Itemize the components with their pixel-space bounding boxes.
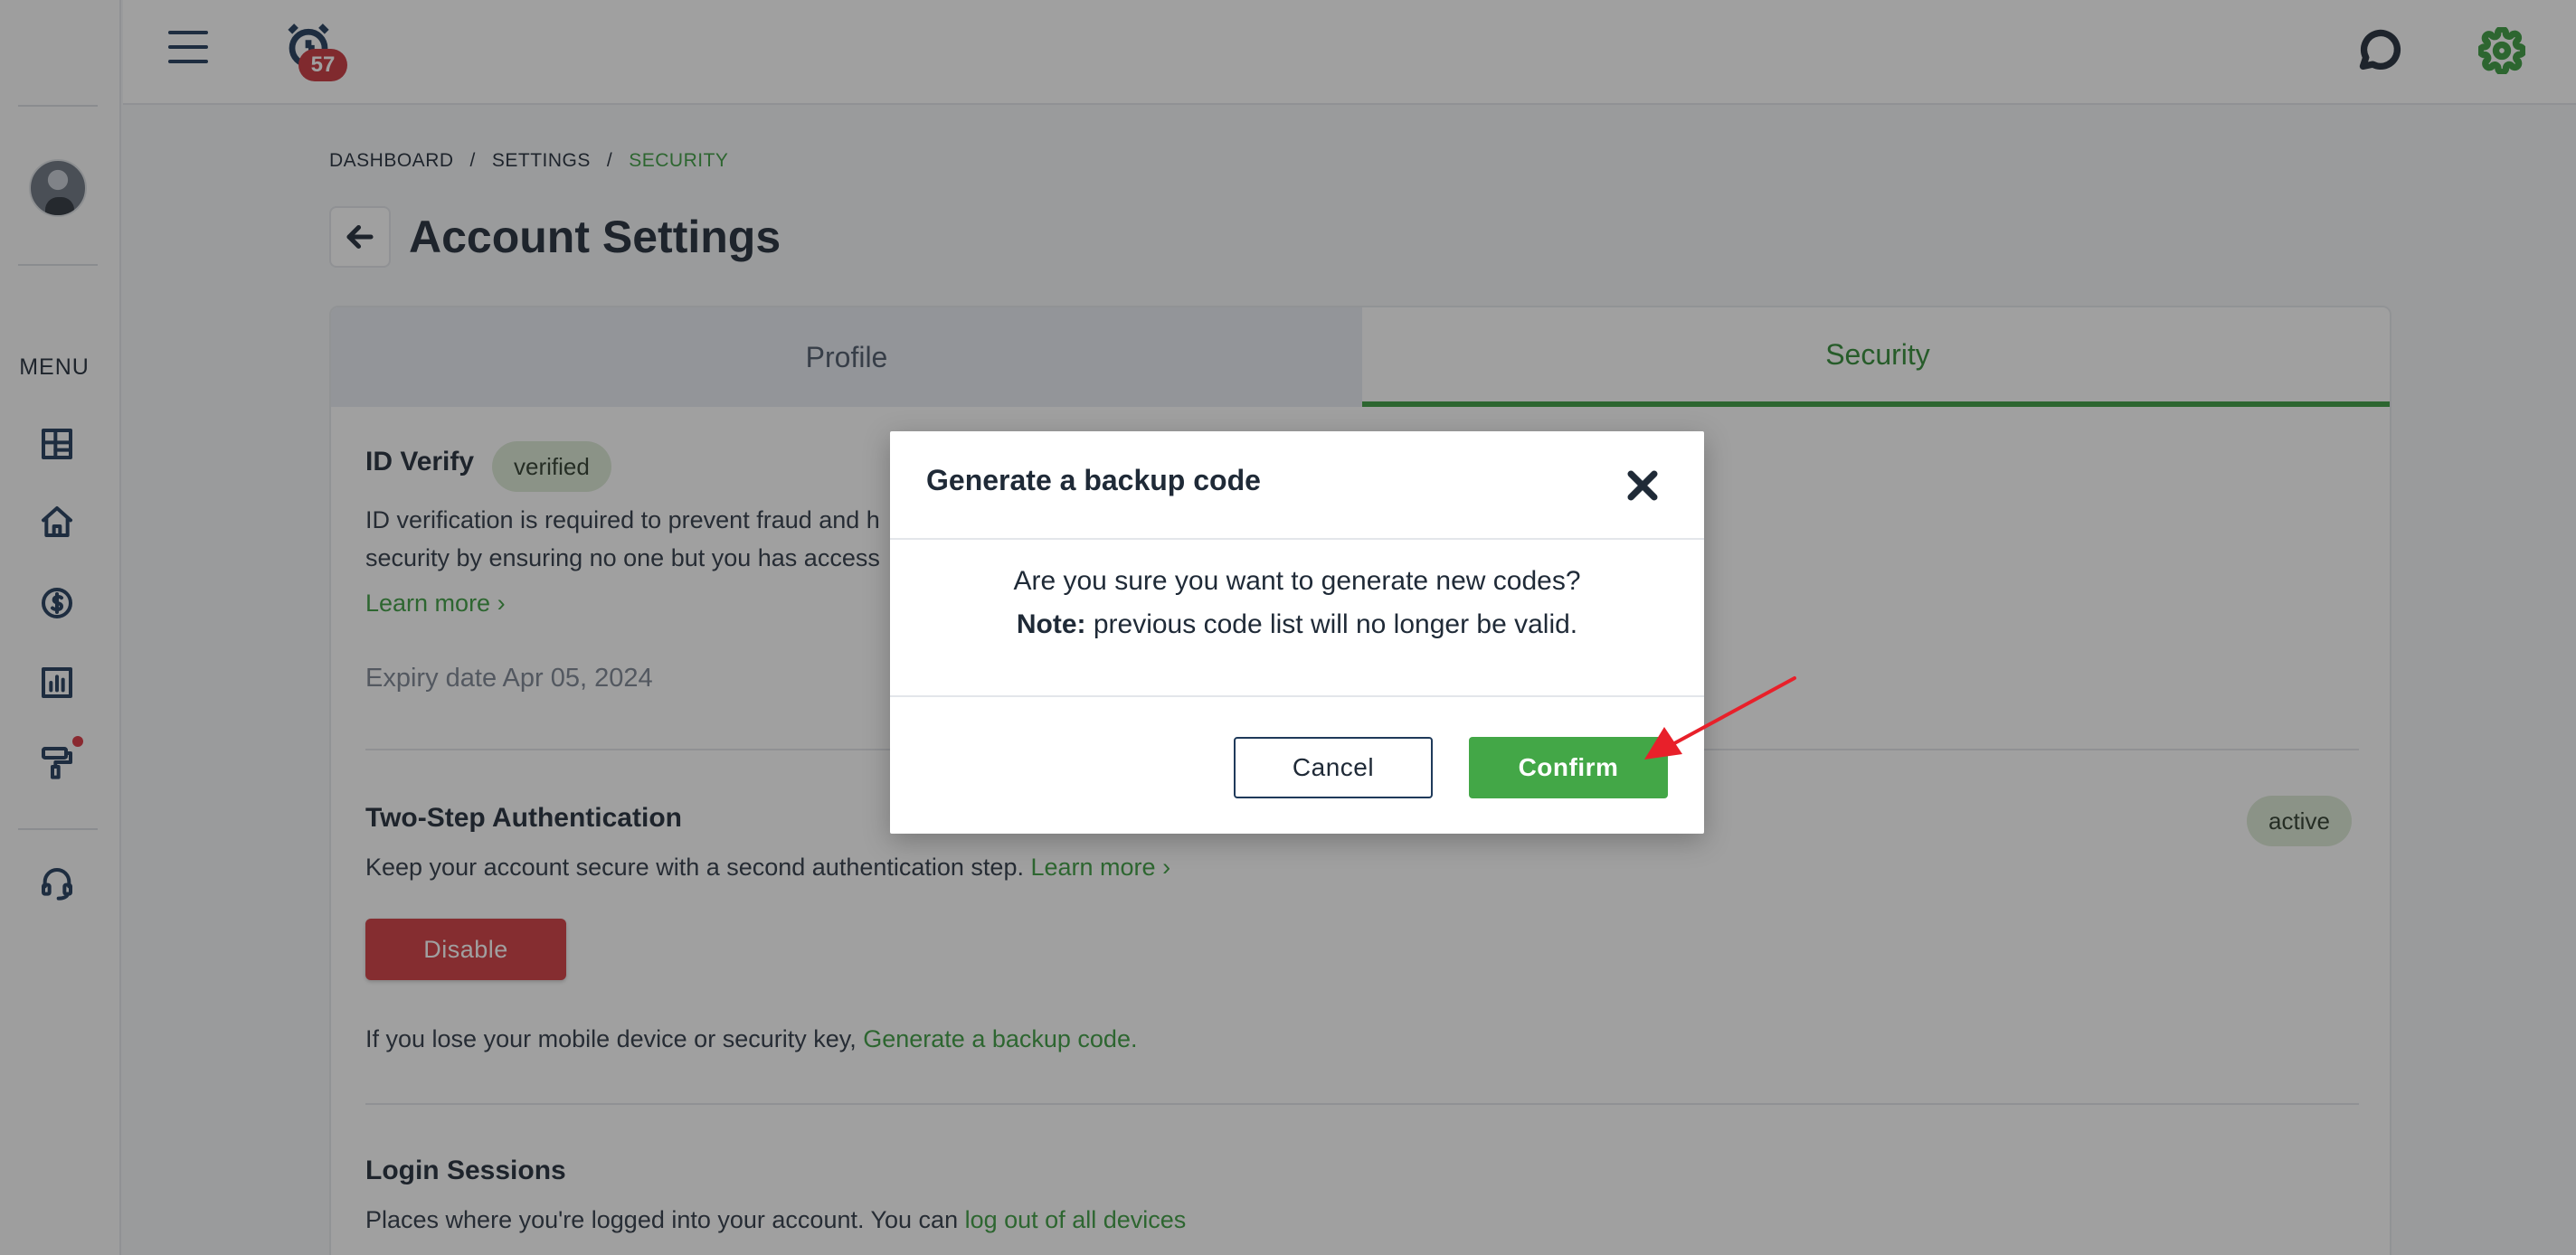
modal-title: Generate a backup code [926,464,1261,496]
close-icon[interactable] [1623,466,1662,505]
modal-header: Generate a backup code [890,431,1704,540]
modal-note: Note: previous code list will no longer … [1016,609,1578,639]
cancel-button[interactable]: Cancel [1234,737,1433,798]
backup-code-modal: Generate a backup code Are you sure you … [890,431,1704,834]
annotation-arrow-icon [1644,676,1796,760]
modal-question: Are you sure you want to generate new co… [1013,566,1581,596]
modal-body: Are you sure you want to generate new co… [890,540,1704,697]
